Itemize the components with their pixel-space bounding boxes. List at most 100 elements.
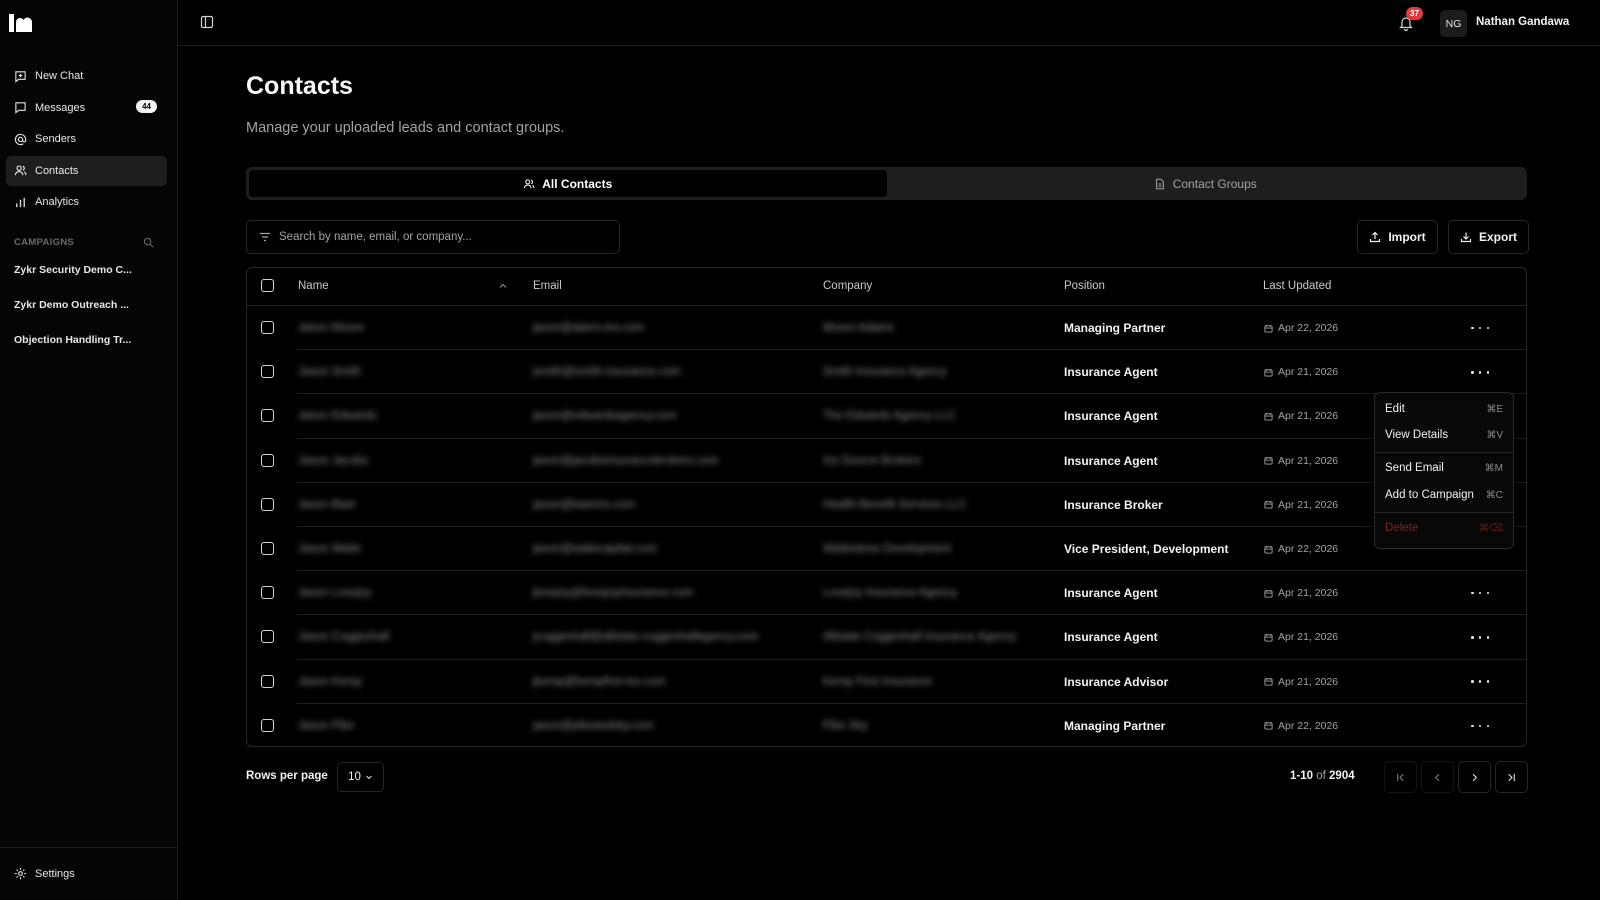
row-actions-icon[interactable] bbox=[1471, 676, 1489, 688]
row-checkbox[interactable] bbox=[261, 718, 274, 732]
sidebar-item-messages[interactable]: Messages 44 bbox=[6, 93, 167, 123]
campaign-item[interactable]: Zykr Security Demo C... bbox=[14, 264, 134, 276]
menu-item-shortcut: ⌘⌫ bbox=[1478, 522, 1503, 534]
user-name[interactable]: Nathan Gandawa bbox=[1476, 16, 1569, 28]
menu-item-shortcut: ⌘V bbox=[1486, 429, 1503, 441]
contact-company: Pike Sky bbox=[823, 719, 868, 732]
chevrons-right-icon bbox=[1508, 773, 1515, 781]
table-row[interactable]: Jason Lovejoy jlovejoy@lovejoyinsurance.… bbox=[247, 571, 1526, 616]
sidebar-item-new-chat[interactable]: New Chat bbox=[6, 61, 167, 91]
sidebar-item-analytics[interactable]: Analytics bbox=[6, 187, 167, 217]
table-row[interactable]: Jason Coggeshall jcoggeshall@allstate-co… bbox=[247, 615, 1526, 660]
table-row[interactable]: Jason Pike jason@pikeandsky.com Pike Sky… bbox=[247, 704, 1526, 746]
contact-company: Allstate Coggeshall Insurance Agency bbox=[823, 631, 1017, 644]
row-checkbox[interactable] bbox=[261, 365, 274, 379]
previous-page-button[interactable] bbox=[1421, 761, 1454, 793]
menu-item-send-email[interactable]: Send Email ⌘M bbox=[1385, 457, 1503, 479]
row-checkbox[interactable] bbox=[261, 409, 274, 423]
search-icon[interactable] bbox=[143, 237, 154, 248]
contact-position: Insurance Advisor bbox=[1064, 674, 1169, 689]
contact-email: jlovejoy@lovejoyinsurance.com bbox=[533, 587, 694, 600]
menu-item-add-to-campaign[interactable]: Add to Campaign ⌘C bbox=[1385, 484, 1503, 506]
contact-email: jason@waitecapital.com bbox=[533, 543, 658, 556]
last-page-button[interactable] bbox=[1495, 761, 1528, 793]
avatar[interactable]: NG bbox=[1440, 10, 1467, 37]
column-header-email[interactable]: Email bbox=[533, 280, 562, 292]
menu-separator bbox=[1375, 452, 1513, 453]
filter-icon bbox=[260, 232, 270, 242]
row-actions-icon[interactable] bbox=[1471, 631, 1489, 643]
contact-name: Jason Kemp bbox=[298, 675, 362, 688]
calendar-icon bbox=[1264, 501, 1273, 509]
campaign-item[interactable]: Objection Handling Tr... bbox=[14, 334, 134, 346]
menu-item-label: Send Email bbox=[1385, 462, 1444, 474]
page-title: Contacts bbox=[246, 72, 353, 100]
notification-count-badge: 37 bbox=[1406, 7, 1423, 20]
row-checkbox[interactable] bbox=[261, 453, 274, 467]
column-header-name[interactable]: Name bbox=[298, 280, 329, 292]
select-all-checkbox[interactable] bbox=[261, 279, 274, 292]
settings-label: Settings bbox=[35, 867, 75, 880]
column-header-position[interactable]: Position bbox=[1064, 280, 1105, 292]
row-checkbox[interactable] bbox=[261, 586, 274, 600]
contact-name: Jason Jacobs bbox=[298, 454, 369, 467]
sort-ascending-icon[interactable] bbox=[498, 281, 508, 291]
rows-per-page-select[interactable]: 10 bbox=[337, 762, 384, 792]
row-actions-icon[interactable] bbox=[1471, 322, 1489, 334]
contact-position: Insurance Agent bbox=[1064, 453, 1158, 468]
next-page-button[interactable] bbox=[1458, 761, 1491, 793]
import-label: Import bbox=[1388, 230, 1426, 244]
last-updated-date: Apr 21, 2026 bbox=[1278, 366, 1339, 379]
sidebar-item-contacts[interactable]: Contacts bbox=[6, 155, 167, 186]
row-checkbox[interactable] bbox=[261, 497, 274, 511]
row-checkbox[interactable] bbox=[261, 630, 274, 644]
table-row[interactable]: Jason Jacobs jason@jacobsinsurancebroker… bbox=[247, 439, 1526, 483]
export-button[interactable]: Export bbox=[1448, 220, 1529, 254]
import-button[interactable]: Import bbox=[1357, 220, 1438, 254]
table-row[interactable]: Jason Baer jason@baerins.com Health Bene… bbox=[247, 483, 1526, 527]
menu-item-shortcut: ⌘C bbox=[1485, 489, 1503, 501]
menu-item-edit[interactable]: Edit ⌘E bbox=[1385, 398, 1503, 420]
contact-last-updated: Apr 21, 2026 bbox=[1264, 631, 1338, 643]
search-input[interactable] bbox=[279, 231, 599, 243]
sidebar-item-senders[interactable]: Senders bbox=[6, 124, 167, 154]
row-actions-icon[interactable] bbox=[1471, 366, 1489, 378]
table-row[interactable]: Jason Moore jason@alarm-ins.com Moore Ad… bbox=[247, 306, 1526, 351]
contact-company: Moore Adams bbox=[823, 322, 894, 335]
messages-count-badge: 44 bbox=[136, 99, 157, 113]
calendar-icon bbox=[1264, 589, 1273, 598]
range-current: 1-10 bbox=[1290, 770, 1314, 782]
contact-company: Kemp First Insurance bbox=[823, 675, 933, 688]
menu-item-delete[interactable]: Delete ⌘⌫ bbox=[1385, 517, 1503, 539]
sidebar: New Chat Messages 44 Senders Contacts An… bbox=[0, 0, 178, 900]
campaign-item[interactable]: Zykr Demo Outreach ... bbox=[14, 299, 134, 311]
first-page-button[interactable] bbox=[1384, 761, 1417, 793]
calendar-icon bbox=[1264, 545, 1273, 554]
file-icon bbox=[1155, 178, 1164, 189]
table-row[interactable]: Jason Smith jsmith@smith-insurance.com S… bbox=[247, 350, 1526, 395]
column-header-company[interactable]: Company bbox=[823, 280, 872, 292]
table-row[interactable]: Jason Waite jason@waitecapital.com Waite… bbox=[247, 527, 1526, 572]
tab-contact-groups[interactable]: Contact Groups bbox=[887, 170, 1525, 197]
row-actions-icon[interactable] bbox=[1471, 720, 1489, 732]
menu-item-view-details[interactable]: View Details ⌘V bbox=[1385, 424, 1503, 446]
sidebar-toggle-icon[interactable] bbox=[200, 15, 214, 29]
table-row[interactable]: Jason Edwards jason@edwardsagency.com Th… bbox=[247, 394, 1526, 439]
column-header-last-updated[interactable]: Last Updated bbox=[1263, 280, 1331, 292]
contact-name: Jason Edwards bbox=[298, 410, 377, 423]
sidebar-item-label: Analytics bbox=[35, 196, 80, 208]
row-actions-icon[interactable] bbox=[1471, 587, 1489, 599]
row-checkbox[interactable] bbox=[261, 674, 274, 688]
calendar-icon bbox=[1264, 412, 1273, 421]
app-logo[interactable] bbox=[8, 12, 36, 34]
row-checkbox[interactable] bbox=[261, 321, 274, 334]
tab-all-contacts[interactable]: All Contacts bbox=[249, 170, 887, 197]
row-checkbox[interactable] bbox=[261, 541, 274, 555]
tab-label: All Contacts bbox=[542, 176, 613, 191]
calendar-icon bbox=[1264, 324, 1273, 333]
last-updated-date: Apr 21, 2026 bbox=[1278, 587, 1339, 600]
table-row[interactable]: Jason Kemp jkemp@kempfirst-ins.com Kemp … bbox=[247, 660, 1526, 704]
sidebar-item-settings[interactable]: Settings bbox=[14, 867, 75, 880]
contact-last-updated: Apr 21, 2026 bbox=[1264, 366, 1338, 378]
menu-item-label: Add to Campaign bbox=[1385, 489, 1474, 501]
